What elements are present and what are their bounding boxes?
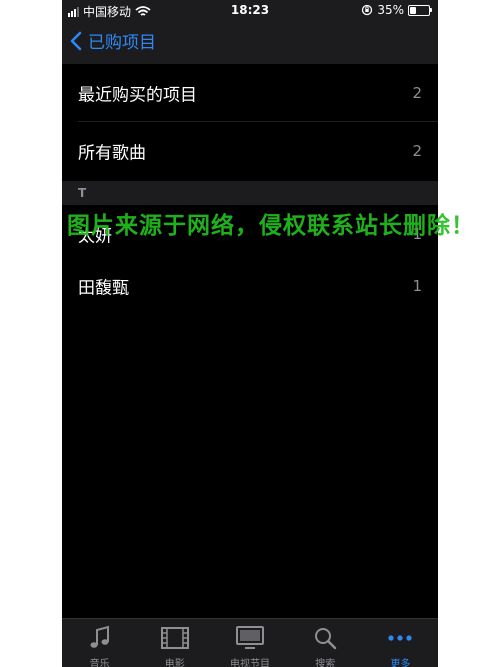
more-icon xyxy=(363,624,438,652)
status-bar: 中国移动 18:23 35% xyxy=(62,0,438,20)
battery-fill xyxy=(410,6,417,14)
list-item-count: 2 xyxy=(412,142,422,160)
list-item-count: 1 xyxy=(412,277,422,295)
tab-search[interactable]: 搜索 xyxy=(288,619,363,667)
list-item-artist[interactable]: 田馥甄 1 xyxy=(62,257,438,315)
tab-bar: 音乐 电影 电视节目 搜索 更多 xyxy=(62,618,438,667)
list-item-label: 田馥甄 xyxy=(78,278,129,299)
list-item-count: 2 xyxy=(412,84,422,102)
battery-icon xyxy=(408,4,432,16)
navigation-bar: 已购项目 xyxy=(62,20,438,65)
section-header: T xyxy=(62,181,438,205)
tab-label: 电影 xyxy=(164,659,185,667)
search-icon xyxy=(288,624,363,652)
phone-screen: 中国移动 18:23 35% 已购项目 最近购买的项目 2 所有歌曲 2 T 太… xyxy=(62,0,438,667)
tab-label: 电视节目 xyxy=(230,659,270,667)
watermark-text: 图片来源于网络，侵权联系站长删除！ xyxy=(67,213,475,239)
list-item-all-songs[interactable]: 所有歌曲 2 xyxy=(62,122,438,180)
list-item-label: 所有歌曲 xyxy=(78,143,146,164)
film-icon xyxy=(137,624,212,652)
back-button-label: 已购项目 xyxy=(88,33,156,53)
tab-tv-shows[interactable]: 电视节目 xyxy=(212,619,287,667)
tab-label: 音乐 xyxy=(89,659,110,667)
music-note-icon xyxy=(62,624,137,652)
list-item-label: 最近购买的项目 xyxy=(78,85,197,106)
tab-music[interactable]: 音乐 xyxy=(62,619,137,667)
battery-percent: 35% xyxy=(377,3,404,17)
tv-icon xyxy=(212,624,287,652)
list-item-recent-purchases[interactable]: 最近购买的项目 2 xyxy=(62,64,438,122)
back-button[interactable]: 已购项目 xyxy=(70,28,156,53)
section-header-label: T xyxy=(78,186,87,200)
tab-more[interactable]: 更多 xyxy=(363,619,438,667)
tab-label: 更多 xyxy=(390,659,411,667)
tab-movies[interactable]: 电影 xyxy=(137,619,212,667)
chevron-left-icon xyxy=(70,31,82,50)
orientation-lock-icon xyxy=(362,4,373,16)
tab-label: 搜索 xyxy=(315,659,336,667)
